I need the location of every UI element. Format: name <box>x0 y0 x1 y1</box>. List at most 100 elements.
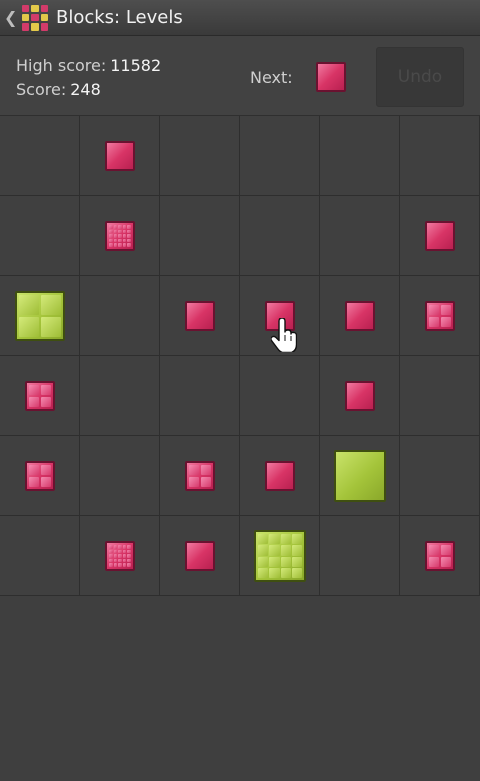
sub-block <box>122 549 127 554</box>
sub-block <box>109 234 113 238</box>
sub-block <box>109 545 113 549</box>
sub-block <box>280 567 291 578</box>
sub-block <box>441 305 451 315</box>
board-cell[interactable] <box>320 196 400 276</box>
pink-block[interactable] <box>265 461 295 491</box>
next-block-preview <box>316 62 346 92</box>
sub-block <box>109 225 113 229</box>
sub-block <box>113 225 118 229</box>
board-cell[interactable] <box>240 356 320 436</box>
board-cell[interactable] <box>160 116 240 196</box>
sub-block <box>280 534 291 545</box>
board-cell[interactable] <box>80 436 160 516</box>
sub-block <box>269 567 280 578</box>
sub-block <box>113 229 118 234</box>
pink-block[interactable] <box>185 461 215 491</box>
board-cell[interactable] <box>160 356 240 436</box>
sub-block <box>201 465 211 475</box>
pink-block[interactable] <box>25 381 55 411</box>
sub-block <box>118 243 122 247</box>
green-block[interactable] <box>15 291 65 341</box>
sub-block <box>41 397 51 407</box>
sub-block <box>122 554 127 558</box>
sub-block <box>201 477 211 487</box>
sub-block <box>29 477 39 487</box>
board-cell[interactable] <box>240 196 320 276</box>
sub-block <box>122 243 127 247</box>
board-cell[interactable] <box>0 516 80 596</box>
green-block[interactable] <box>334 450 386 502</box>
high-score-value: 11582 <box>110 56 162 75</box>
sub-block <box>280 556 291 567</box>
board-cell[interactable] <box>0 116 80 196</box>
sub-block <box>109 563 113 567</box>
pink-block[interactable] <box>25 461 55 491</box>
sub-block <box>127 558 131 563</box>
sub-block <box>118 545 122 549</box>
board-cell[interactable] <box>400 116 480 196</box>
sub-block <box>41 295 61 315</box>
board-cell[interactable] <box>240 116 320 196</box>
next-label: Next: <box>250 68 293 87</box>
sub-block <box>269 556 280 567</box>
pink-block[interactable] <box>425 301 455 331</box>
sub-block <box>118 563 122 567</box>
sub-block <box>113 545 118 549</box>
sub-block <box>291 556 302 567</box>
sub-block <box>127 238 131 243</box>
sub-block <box>113 554 118 558</box>
sub-block <box>127 229 131 234</box>
pink-block[interactable] <box>345 381 375 411</box>
sub-block <box>291 545 302 556</box>
game-board <box>0 116 480 597</box>
sub-block <box>109 558 113 563</box>
board-cell[interactable] <box>320 516 400 596</box>
pink-block[interactable] <box>105 221 135 251</box>
board-cell[interactable] <box>80 356 160 436</box>
sub-block <box>258 534 269 545</box>
pink-block[interactable] <box>105 141 135 171</box>
sub-block <box>122 229 127 234</box>
sub-block <box>19 295 39 315</box>
score-label: Score: <box>16 80 67 99</box>
sub-block <box>41 385 51 395</box>
sub-block <box>122 238 127 243</box>
sub-block <box>429 557 439 567</box>
sub-block <box>189 477 199 487</box>
board-cell[interactable] <box>0 196 80 276</box>
undo-button[interactable]: Undo <box>376 47 464 107</box>
pink-block[interactable] <box>425 541 455 571</box>
sub-block <box>113 243 118 247</box>
board-cell[interactable] <box>400 356 480 436</box>
board-cell[interactable] <box>400 436 480 516</box>
board-cell[interactable] <box>80 276 160 356</box>
empty-area <box>0 597 480 781</box>
sub-block <box>441 317 451 327</box>
sub-block <box>127 563 131 567</box>
board-cell[interactable] <box>160 196 240 276</box>
sub-block <box>127 554 131 558</box>
sub-block <box>429 317 439 327</box>
sub-block <box>429 305 439 315</box>
sub-block <box>258 545 269 556</box>
action-bar: ❮ Blocks: Levels <box>0 0 480 36</box>
pink-block[interactable] <box>185 301 215 331</box>
board-cell[interactable] <box>320 116 400 196</box>
sub-block <box>29 385 39 395</box>
sub-block <box>29 465 39 475</box>
sub-block <box>113 238 118 243</box>
sub-block <box>441 557 451 567</box>
pink-block[interactable] <box>425 221 455 251</box>
sub-block <box>122 234 127 238</box>
sub-block <box>127 549 131 554</box>
sub-block <box>189 465 199 475</box>
sub-block <box>118 229 122 234</box>
pink-block[interactable] <box>345 301 375 331</box>
pink-block[interactable] <box>105 541 135 571</box>
green-block[interactable] <box>254 530 306 582</box>
pink-block[interactable] <box>185 541 215 571</box>
sub-block <box>127 234 131 238</box>
back-chevron-icon[interactable]: ❮ <box>4 0 18 36</box>
sub-block <box>41 465 51 475</box>
app-grid-icon[interactable] <box>22 4 48 31</box>
